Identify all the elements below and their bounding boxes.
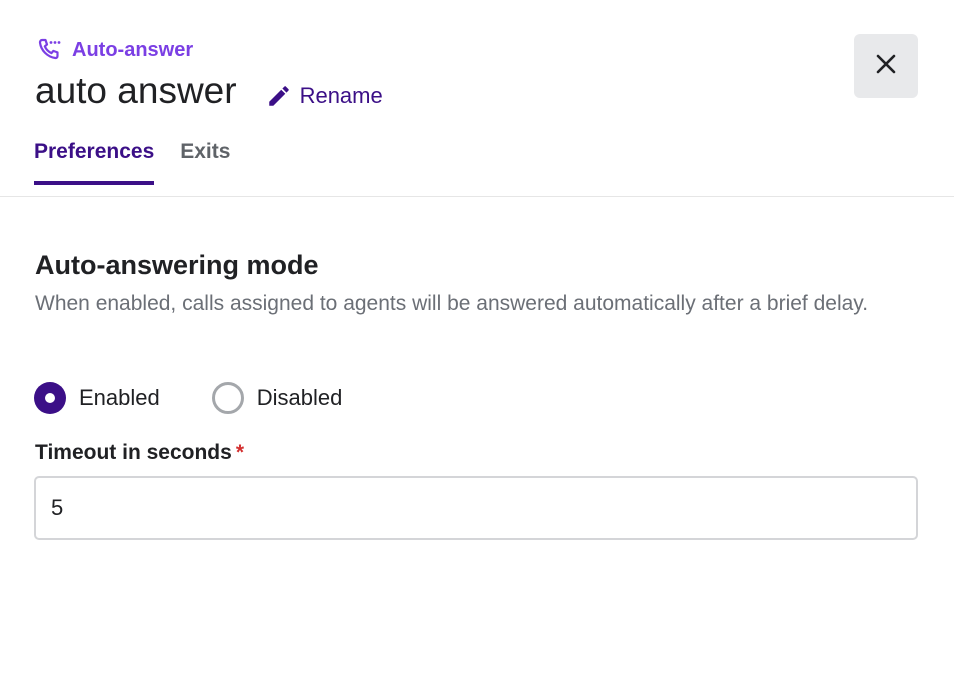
close-button[interactable] (854, 34, 918, 98)
node-type-label: Auto-answer (72, 38, 194, 61)
radio-enabled[interactable]: Enabled (34, 382, 160, 414)
tab-preferences[interactable]: Preferences (34, 140, 155, 185)
rename-label: Rename (299, 83, 383, 108)
phone-auto-answer-icon (35, 36, 63, 64)
section-description: When enabled, calls assigned to agents w… (35, 292, 869, 315)
timeout-label: Timeout in seconds * (35, 441, 244, 465)
radio-enabled-label: Enabled (79, 385, 160, 410)
radio-disabled-label: Disabled (256, 385, 343, 410)
required-marker: * (235, 441, 245, 464)
node-type-row: Auto-answer (35, 36, 918, 64)
tab-bar: Preferences Exits (34, 140, 256, 185)
radio-selected-indicator[interactable] (34, 382, 66, 414)
panel-header: Auto-answer auto answer Rename (35, 36, 918, 115)
tab-divider (0, 196, 954, 197)
pencil-icon (265, 82, 293, 110)
rename-button[interactable]: Rename (265, 82, 383, 110)
mode-radio-group: Enabled Disabled (34, 382, 394, 414)
timeout-label-text: Timeout in seconds (35, 441, 232, 464)
section-title: Auto-answering mode (35, 250, 319, 280)
radio-unselected-indicator[interactable] (211, 382, 244, 414)
tab-exits[interactable]: Exits (180, 140, 230, 185)
page-title: auto answer (35, 70, 237, 111)
radio-disabled[interactable]: Disabled (211, 382, 343, 414)
close-icon (875, 53, 897, 80)
timeout-input[interactable] (34, 476, 918, 540)
